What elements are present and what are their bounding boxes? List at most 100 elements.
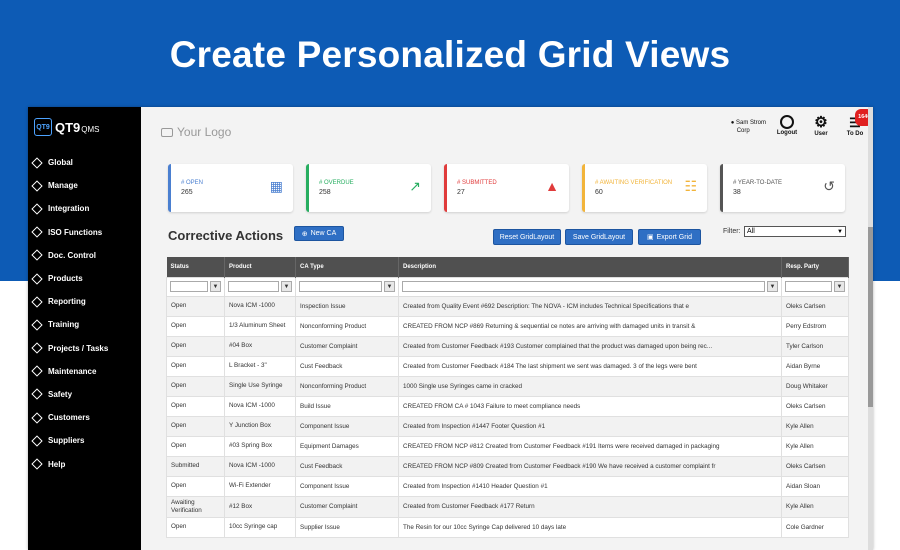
column-filter-input[interactable] [228, 281, 279, 292]
sidebar-item-label: ISO Functions [48, 227, 103, 237]
calendar-icon: ▦ [269, 178, 283, 194]
table-cell: CREATED FROM NCP #809 Created from Custo… [398, 455, 782, 477]
cube-icon [31, 296, 43, 308]
cube-icon [31, 272, 43, 285]
table-row[interactable]: Open Y Junction Box Component Issue Created… [166, 415, 849, 437]
reset-gridlayout-button[interactable]: Reset GridLayout [493, 229, 561, 245]
sidebar-item-label: Training [48, 320, 80, 330]
table-cell: Oleks Carlsen [781, 395, 849, 417]
table-row[interactable]: Open L Bracket - 3" Cust Feedback Created f… [166, 355, 849, 377]
summary-card[interactable]: # SUBMITTED 27 ▲ [444, 164, 569, 212]
funnel-icon[interactable]: ▼ [210, 281, 221, 292]
summary-card[interactable]: # YEAR-TO-DATE 38 ↺ [720, 164, 845, 212]
card-value: 38 [733, 189, 741, 196]
save-gridlayout-button[interactable]: Save GridLayout [565, 229, 633, 245]
sidebar-item-doc-control[interactable]: Doc. Control [28, 244, 141, 267]
column-header[interactable]: Product [224, 257, 296, 277]
table-cell: #04 Box [224, 335, 296, 357]
column-header[interactable]: CA Type [295, 257, 399, 277]
table-cell: Aidan Byrne [781, 355, 849, 377]
table-cell: Created from Inspection #1410 Header Que… [398, 475, 782, 497]
table-row[interactable]: Submitted Nova ICM -1000 Cust Feedback CREA… [166, 455, 849, 477]
logout-button[interactable]: Logout [774, 115, 800, 136]
logo-suffix: QMS [81, 124, 100, 134]
sidebar-item-manage[interactable]: Manage [28, 174, 141, 197]
your-logo-placeholder[interactable]: Your Logo [161, 125, 231, 139]
table-cell: Kyle Allen [781, 495, 849, 518]
funnel-icon[interactable]: ▼ [281, 281, 292, 292]
table-cell: Component Issue [295, 475, 399, 497]
table-cell: Cust Feedback [295, 355, 399, 377]
funnel-icon[interactable]: ▼ [834, 281, 845, 292]
sidebar-item-suppliers[interactable]: Suppliers [28, 429, 141, 452]
card-label: # SUBMITTED [457, 180, 497, 186]
table-cell: Open [166, 315, 225, 337]
sidebar-item-customers[interactable]: Customers [28, 406, 141, 429]
table-cell: Created from Customer Feedback #177 Retu… [398, 495, 782, 518]
column-filter: ▼ [166, 276, 225, 297]
summary-card[interactable]: # AWAITING VERIFICATION 60 ☷ [582, 164, 707, 212]
table-row[interactable]: Open #04 Box Customer Complaint Created fro… [166, 335, 849, 357]
export-grid-button[interactable]: ▣ Export Grid [638, 229, 701, 245]
summary-card[interactable]: # OVERDUE 258 ↗ [306, 164, 431, 212]
history-icon: ↺ [823, 178, 835, 194]
sidebar-item-help[interactable]: Help [28, 452, 141, 475]
table-cell: Customer Complaint [295, 495, 399, 518]
sidebar-item-iso-functions[interactable]: ISO Functions [28, 221, 141, 244]
user-info: ● Sam Strom Corp [731, 119, 766, 135]
cube-icon [31, 388, 43, 401]
column-filter-input[interactable] [785, 281, 832, 292]
table-cell: Open [166, 295, 225, 317]
filter-select[interactable]: All ▼ [744, 226, 846, 237]
table-cell: Y Junction Box [224, 415, 296, 437]
summary-card[interactable]: # OPEN 265 ▦ [168, 164, 293, 212]
logo-name: QT9 [55, 119, 81, 135]
column-filter-input[interactable] [402, 281, 765, 292]
table-cell: #03 Spring Box [224, 435, 296, 457]
table-row[interactable]: Open Wi-Fi Extender Component Issue Created… [166, 475, 849, 497]
app-logo[interactable]: QT9 QT9 QMS [34, 118, 100, 136]
funnel-icon[interactable]: ▼ [767, 281, 778, 292]
column-filter-input[interactable] [170, 281, 208, 292]
sidebar-item-integration[interactable]: Integration [28, 197, 141, 220]
export-icon: ▣ [646, 234, 654, 241]
sidebar-item-global[interactable]: Global [28, 151, 141, 174]
column-header[interactable]: Description [398, 257, 782, 277]
column-filter-input[interactable] [299, 281, 382, 292]
sidebar-item-reporting[interactable]: Reporting [28, 290, 141, 313]
table-row[interactable]: Open 10cc Syringe cap Supplier Issue The Re… [166, 516, 849, 538]
sidebar-item-products[interactable]: Products [28, 267, 141, 290]
sidebar-item-label: Safety [48, 389, 73, 399]
table-row[interactable]: Open Nova ICM -1000 Build Issue CREATED FRO… [166, 395, 849, 417]
table-cell: Tyler Carlson [781, 335, 849, 357]
checklist-icon: ☷ [684, 178, 697, 194]
table-row[interactable]: Open 1/3 Aluminum Sheet Nonconforming Prod… [166, 315, 849, 337]
sidebar-item-training[interactable]: Training [28, 313, 141, 336]
warning-icon: ▲ [545, 178, 559, 194]
table-cell: Created from Customer Feedback #193 Cust… [398, 335, 782, 357]
sidebar-item-safety[interactable]: Safety [28, 383, 141, 406]
funnel-icon[interactable]: ▼ [384, 281, 395, 292]
scrollbar[interactable] [868, 107, 873, 550]
user-label: User [814, 131, 828, 137]
scrollbar-thumb[interactable] [868, 227, 873, 407]
table-row[interactable]: Open Single Use Syringe Nonconforming Prod… [166, 375, 849, 397]
column-header[interactable]: Resp. Party [781, 257, 849, 277]
sidebar-item-label: Doc. Control [48, 250, 96, 260]
table-cell: Open [166, 516, 225, 538]
table-cell: 1000 Single use Syringes came in cracked [398, 375, 782, 397]
column-header[interactable]: Status [166, 257, 225, 277]
todo-button[interactable]: ☰1640 To Do [842, 109, 873, 137]
user-button[interactable]: ⚙ User [808, 115, 834, 137]
table-cell: Cole Gardner [781, 516, 849, 538]
sidebar-item-maintenance[interactable]: Maintenance [28, 360, 141, 383]
app-window: QT9 QT9 QMS Global Manage Integration ISO F… [28, 107, 873, 550]
table-row[interactable]: Open Nova ICM -1000 Inspection Issue Create… [166, 295, 849, 317]
new-ca-button[interactable]: ⊕ New CA [294, 226, 344, 241]
table-row[interactable]: Awaiting Verification #12 Box Customer Com… [166, 495, 849, 518]
table-row[interactable]: Open #03 Spring Box Equipment Damages CREAT… [166, 435, 849, 457]
card-label: # YEAR-TO-DATE [733, 180, 783, 186]
table-cell: Oleks Carlsen [781, 295, 849, 317]
sidebar-item-projects-tasks[interactable]: Projects / Tasks [28, 337, 141, 360]
cube-icon [31, 226, 43, 238]
